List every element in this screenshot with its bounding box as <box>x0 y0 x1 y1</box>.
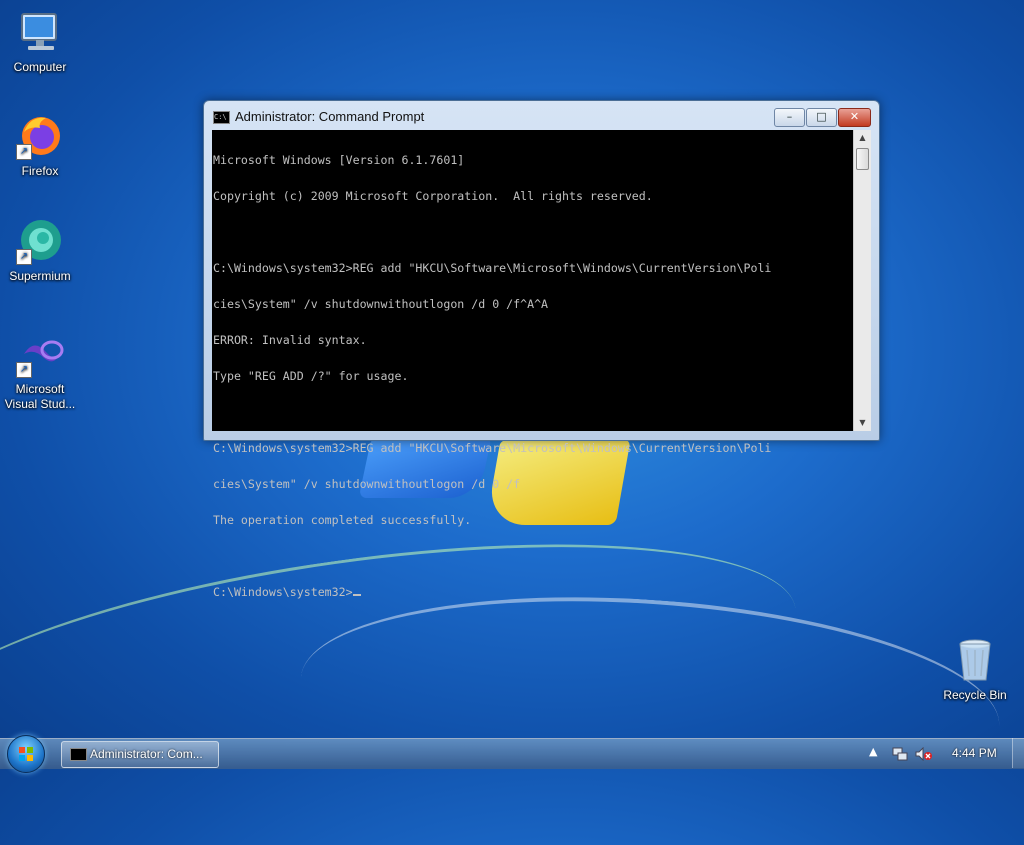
window-titlebar[interactable]: C:\ Administrator: Command Prompt – □ ✕ <box>204 101 879 131</box>
command-prompt-window[interactable]: C:\ Administrator: Command Prompt – □ ✕ … <box>203 100 880 598</box>
command-prompt-icon: C:\ <box>213 111 230 124</box>
volume-muted-icon[interactable] <box>915 746 933 764</box>
shortcut-arrow-icon: ↗ <box>16 362 32 378</box>
show-desktop-button[interactable] <box>1012 738 1024 768</box>
scroll-up-arrow-icon[interactable]: ▲ <box>854 130 871 146</box>
console-line: C:\Windows\system32>REG add "HKCU\Softwa… <box>213 261 772 275</box>
scroll-thumb[interactable] <box>856 148 869 170</box>
taskbar-clock[interactable]: 4:44 PM <box>952 746 997 760</box>
desktop-icon-label: Firefox <box>21 164 59 178</box>
console-line: ERROR: Invalid syntax. <box>213 333 367 347</box>
console-line: Copyright (c) 2009 Microsoft Corporation… <box>213 189 653 203</box>
text-cursor <box>352 594 361 596</box>
close-button[interactable]: ✕ <box>838 108 871 127</box>
maximize-button[interactable]: □ <box>806 108 837 127</box>
start-button[interactable] <box>7 735 45 773</box>
desktop-icon-firefox[interactable]: ↗ Firefox <box>0 112 80 179</box>
taskbar-button-label: Administrator: Com... <box>90 747 203 761</box>
desktop-icon-label: Microsoft Visual Stud... <box>4 382 76 411</box>
network-icon[interactable] <box>892 747 908 764</box>
console-line: Microsoft Windows [Version 6.1.7601] <box>213 153 465 167</box>
console-line: cies\System" /v shutdownwithoutlogon /d … <box>213 297 549 311</box>
console-line: Type "REG ADD /?" for usage. <box>213 369 409 383</box>
console-output[interactable]: Microsoft Windows [Version 6.1.7601] Cop… <box>212 130 853 598</box>
minimize-button[interactable]: – <box>774 108 805 127</box>
desktop-icon-label: Supermium <box>9 269 71 283</box>
vertical-scrollbar[interactable]: ▲ ▼ <box>853 130 871 431</box>
console-prompt-line[interactable]: C:\Windows\system32> <box>213 586 853 598</box>
shortcut-arrow-icon: ↗ <box>16 249 32 265</box>
windows-logo-icon <box>19 747 33 761</box>
console-line: The operation completed successfully. <box>213 513 472 527</box>
computer-icon <box>16 8 64 56</box>
desktop-icon-label: Computer <box>13 60 67 74</box>
desktop-icon-supermium[interactable]: ↗ Supermium <box>0 217 80 284</box>
window-title: Administrator: Command Prompt <box>235 109 425 124</box>
console-line: cies\System" /v shutdownwithoutlogon /d … <box>213 477 521 491</box>
supermium-icon: ↗ <box>16 217 64 265</box>
desktop-icon-visual-studio[interactable]: ↗ Microsoft Visual Stud... <box>0 330 80 412</box>
console-line: C:\Windows\system32>REG add "HKCU\Softwa… <box>213 441 772 455</box>
firefox-icon: ↗ <box>16 112 64 160</box>
recycle-bin-icon <box>951 636 999 684</box>
console-prompt: C:\Windows\system32> <box>213 585 353 599</box>
desktop-icon-label: Recycle Bin <box>943 688 1007 702</box>
taskbar-button-command-prompt[interactable]: Administrator: Com... <box>61 741 219 768</box>
desktop-icon-computer[interactable]: Computer <box>0 8 80 75</box>
visual-studio-icon: ↗ <box>16 330 64 378</box>
command-prompt-icon <box>70 748 87 761</box>
shortcut-arrow-icon: ↗ <box>16 144 32 160</box>
scroll-down-arrow-icon[interactable]: ▼ <box>854 415 871 431</box>
desktop-icon-recycle-bin[interactable]: Recycle Bin <box>935 636 1015 703</box>
show-hidden-icons-arrow[interactable]: ▲ <box>869 745 877 758</box>
